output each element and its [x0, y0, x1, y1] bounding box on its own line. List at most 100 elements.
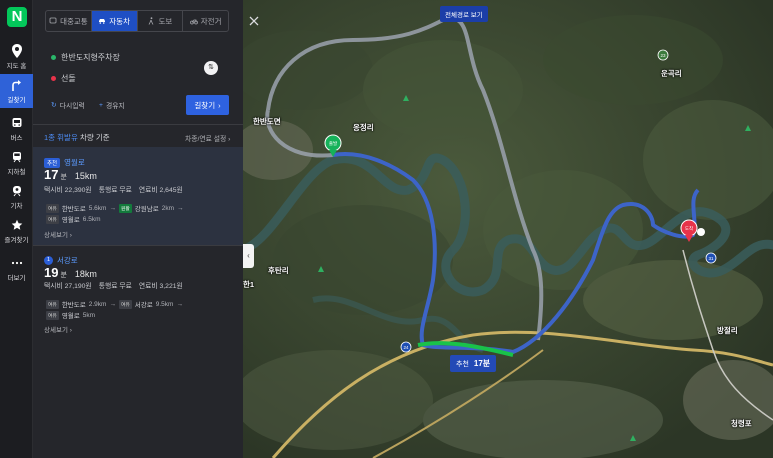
- nav-item-favorites[interactable]: 즐겨찾기: [0, 214, 33, 248]
- route-min-unit: 분: [60, 174, 67, 181]
- nav-item-label: 지도 홈: [6, 63, 27, 70]
- close-icon: [249, 16, 259, 26]
- origin-value: 한반도지형주차장: [61, 52, 120, 62]
- arrow-right-icon: →: [176, 300, 183, 308]
- arrow-right-icon: →: [176, 204, 184, 212]
- tab-label: 자동차: [109, 16, 130, 26]
- reset-label: 다시입력: [59, 103, 85, 110]
- nav-item-label: 길찾기: [7, 97, 26, 104]
- more-icon: [0, 256, 33, 270]
- segment-road: 영월로: [61, 217, 80, 224]
- map-view[interactable]: 24 31 23 출발 도착 한반도면 옹정리 후탄리 운곡리 방절리 청령포 …: [243, 0, 773, 458]
- nav-item-more[interactable]: 더보기: [0, 252, 33, 286]
- bus-icon: [0, 116, 33, 130]
- find-route-button[interactable]: 길찾기 ›: [186, 95, 229, 115]
- road-shield-31: 31: [705, 252, 717, 264]
- fuel-cost: 연료비 2,645원: [138, 187, 183, 194]
- segment-distance: 2.9km: [88, 300, 107, 308]
- route-distance: 15km: [74, 171, 97, 181]
- fuel-type: 1종 휘발유: [44, 133, 78, 142]
- directions-panel: 대중교통 자동차 도보 자전거 한반도지형주차장 선돌 ⇅ ↻ 다시입력 + 경…: [33, 0, 243, 458]
- map-pin-icon: [0, 44, 33, 58]
- route-time-bubble[interactable]: 추천 17분: [450, 355, 497, 372]
- toll-fee: 통행료 무료: [98, 283, 132, 290]
- vehicle-settings-link[interactable]: 차종/연료 설정 ›: [185, 133, 230, 143]
- svg-text:31: 31: [708, 256, 714, 261]
- svg-text:23: 23: [660, 53, 666, 58]
- destination-field[interactable]: 선돌: [51, 69, 221, 87]
- route-fare: 택시비 27,190원 통행료 무료 연료비 3,221원: [44, 280, 183, 290]
- origin-field[interactable]: 한반도지형주차장: [51, 48, 221, 66]
- bubble-badge: 추천: [456, 360, 469, 368]
- destination-value: 선돌: [61, 73, 76, 83]
- nav-item-bus[interactable]: 버스: [0, 112, 33, 146]
- nav-item-map-home[interactable]: 지도 홈: [0, 40, 33, 74]
- segment-road: 서강로: [134, 302, 153, 309]
- traffic-chip: 여유: [118, 299, 132, 309]
- route-card-recommended[interactable]: 추천 영월로 17 분 15km 택시비 22,390원 통행료 무료 연료비 2…: [33, 147, 243, 245]
- app-root: 24 31 23 출발 도착 한반도면 옹정리 후탄리 운곡리 방절리 청령포 …: [0, 0, 773, 458]
- waypoint-button[interactable]: + 경유지: [99, 100, 125, 111]
- segment-distance: 2km: [161, 204, 174, 212]
- route-segment: 여유 한반도로 2.9km → 여유 서강로 9.5km →: [46, 299, 183, 309]
- nav-item-directions[interactable]: 길찾기: [0, 74, 33, 108]
- route-segment: 여유 영월로 6.5km: [46, 214, 100, 224]
- route-card-alt[interactable]: 1 서강로 19 분 18km 택시비 27,190원 통행료 무료 연료비 3,…: [33, 246, 243, 341]
- traffic-chip: 원활: [118, 203, 132, 213]
- overview-route-button[interactable]: 전체경로 보기: [440, 6, 488, 22]
- walk-icon: [149, 17, 154, 25]
- segment-road: 한반도로: [61, 302, 86, 309]
- segment-road: 강원남로: [134, 206, 159, 213]
- map-label-uncheon: 운곡리: [661, 69, 682, 78]
- tab-transit[interactable]: 대중교통: [46, 11, 92, 31]
- tab-walk[interactable]: 도보: [138, 11, 184, 31]
- fuel-cost: 연료비 3,221원: [138, 283, 183, 290]
- route-distance: 18km: [74, 269, 97, 279]
- swap-button[interactable]: ⇅: [204, 61, 218, 75]
- tab-label: 자전거: [200, 16, 222, 26]
- map-label-hukpyeong: 후탄리: [268, 266, 289, 275]
- route-badge: 추천: [44, 157, 61, 168]
- refresh-icon: ↻: [51, 102, 57, 109]
- detail-label: 상세보기: [44, 232, 68, 239]
- origin-dot-icon: [51, 54, 56, 60]
- toll-fee: 통행료 무료: [98, 187, 132, 194]
- collapse-panel-button[interactable]: ‹: [243, 244, 254, 268]
- find-route-label: 길찾기: [194, 100, 216, 110]
- bubble-time: 17분: [473, 359, 491, 368]
- naver-logo[interactable]: N: [7, 7, 27, 27]
- road-shield-24: 24: [400, 341, 412, 353]
- segment-road: 영월로: [61, 313, 80, 320]
- transit-icon: [49, 17, 57, 24]
- route-detail-link[interactable]: 상세보기 ›: [44, 324, 72, 334]
- tab-car[interactable]: 자동차: [91, 11, 138, 31]
- map-label-ongjeong: 옹정리: [353, 123, 374, 132]
- tab-label: 대중교통: [60, 16, 88, 26]
- segment-distance: 9.5km: [155, 300, 174, 308]
- star-icon: [0, 218, 33, 232]
- map-canvas[interactable]: 24 31 23 출발 도착: [243, 0, 773, 458]
- map-label-cheongnyeong: 청령포: [731, 419, 752, 428]
- map-label-hanbando: 한반도면: [253, 117, 281, 126]
- tab-bike[interactable]: 자전거: [183, 11, 228, 31]
- tab-label: 도보: [158, 16, 173, 26]
- reset-button[interactable]: ↻ 다시입력: [51, 100, 85, 110]
- nav-item-train[interactable]: 기차: [0, 180, 33, 214]
- traffic-chip: 여유: [46, 203, 59, 213]
- route-time: 17 분 15km: [44, 167, 97, 182]
- nav-item-label: 더보기: [7, 275, 26, 282]
- mode-tabs: 대중교통 자동차 도보 자전거: [45, 10, 229, 32]
- segment-road: 한반도로: [61, 206, 86, 213]
- route-detail-link[interactable]: 상세보기 ›: [44, 229, 72, 239]
- route-badge: 1: [44, 256, 53, 265]
- segment-distance: 5.6km: [88, 204, 107, 212]
- train-icon: [0, 184, 33, 198]
- close-panel-button[interactable]: [248, 14, 260, 26]
- road-shield-23: 23: [657, 49, 669, 61]
- vehicle-criteria: 1종 휘발유 차량 기준: [44, 132, 110, 143]
- map-label-bangjeol: 방절리: [717, 326, 738, 335]
- traffic-chip: 여유: [46, 214, 59, 224]
- nav-item-subway[interactable]: 지하철: [0, 146, 33, 180]
- taxi-fare: 택시비 22,390원: [44, 187, 92, 194]
- nav-item-label: 기차: [10, 203, 23, 210]
